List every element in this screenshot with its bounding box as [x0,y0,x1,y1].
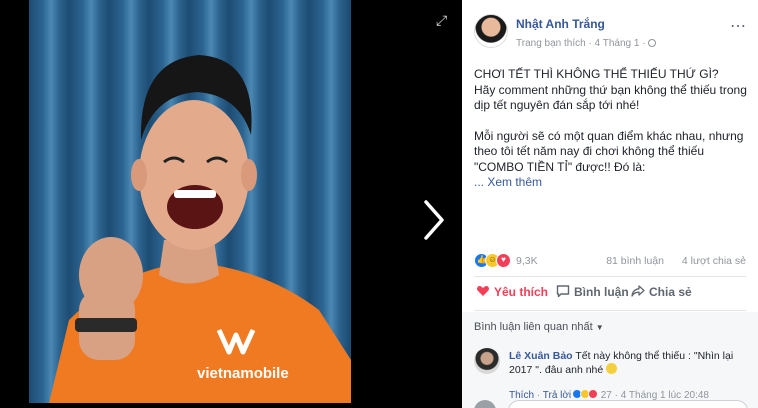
comment-sort-dropdown[interactable]: Bình luận liên quan nhất ▼ [474,321,604,333]
shares-count[interactable]: 4 lượt chia sẻ [682,255,746,267]
love-reaction-icon [587,389,598,399]
commenter-name[interactable]: Lê Xuân Bảo [509,350,573,362]
post-paragraph-1: CHƠI TẾT THÌ KHÔNG THỂ THIẾU THỨ GÌ? Hãy… [474,67,750,114]
love-button-label: Yêu thích [494,285,549,299]
love-reaction-icon: ♥ [496,253,511,268]
love-button[interactable]: Yêu thích [476,284,548,299]
emoji-icon [606,363,618,374]
divider [474,310,746,311]
post-text: CHƠI TẾT THÌ KHÔNG THỂ THIẾU THỨ GÌ? Hãy… [474,67,750,206]
shirt-logo-text: vietnamobile [197,365,289,382]
expand-arrows-icon[interactable]: ⤢ [436,12,447,29]
chevron-right-icon[interactable] [418,196,448,244]
post-intro: Hãy comment những thứ bạn không thể thiế… [474,82,747,113]
more-options-icon[interactable]: ⋯ [730,16,746,36]
caret-down-icon: ▼ [595,323,604,332]
teeth [174,190,216,198]
reaction-count[interactable]: 9,3K [516,255,538,267]
wristwatch [75,318,137,332]
reactions-summary: 👍 ☺ ♥ 9,3K 81 bình luận 4 lượt chia sẻ [474,252,746,270]
author-avatar[interactable] [474,14,508,48]
post-meta: Trang bạn thích · 4 Tháng 1 · [516,38,657,49]
write-comment-input[interactable] [508,400,748,408]
post-actions: Yêu thích Bình luận Chia sẻ [474,282,746,304]
comments-count[interactable]: 81 bình luận [606,255,664,267]
see-more-link[interactable]: ... Xem thêm [474,175,542,189]
post-meta-text: Trang bạn thích · 4 Tháng 1 · [516,38,646,49]
post-photo[interactable]: vietnamobile [29,0,351,403]
comment-icon [556,285,570,298]
heart-icon [476,286,490,296]
share-button[interactable]: Chia sẻ [631,284,692,299]
photo-viewer: vietnamobile ⤢ [0,0,462,408]
commenter-avatar[interactable] [474,348,500,374]
post-paragraph-2: Mỗi người sẽ có một quan điểm khác nhau,… [474,129,750,191]
post-header: Nhật Anh Trắng Trang bạn thích · 4 Tháng… [474,14,750,54]
globe-icon [648,39,657,47]
share-icon [631,285,645,297]
comments-section: Bình luận liên quan nhất ▼ Lê Xuân Bảo T… [462,312,758,408]
photo-illustration: vietnamobile [49,55,351,403]
comment-sort-label: Bình luận liên quan nhất [474,321,593,333]
post-headline: CHƠI TẾT THÌ KHÔNG THỂ THIẾU THỨ GÌ? [474,67,719,81]
comment-button-label: Bình luận [574,285,629,299]
comment-button[interactable]: Bình luận [556,284,629,299]
share-button-label: Chia sẻ [649,285,692,299]
divider [474,276,746,277]
author-name[interactable]: Nhật Anh Trắng [516,17,605,31]
post-side-panel: Nhật Anh Trắng Trang bạn thích · 4 Tháng… [462,0,758,408]
right-ear [241,159,257,191]
comment-body: Lê Xuân Bảo Tết này không thể thiếu : "N… [509,349,747,377]
current-user-avatar [474,400,496,408]
left-ear [131,159,147,191]
post-detail: Mỗi người sẽ có một quan điểm khác nhau,… [474,128,744,174]
